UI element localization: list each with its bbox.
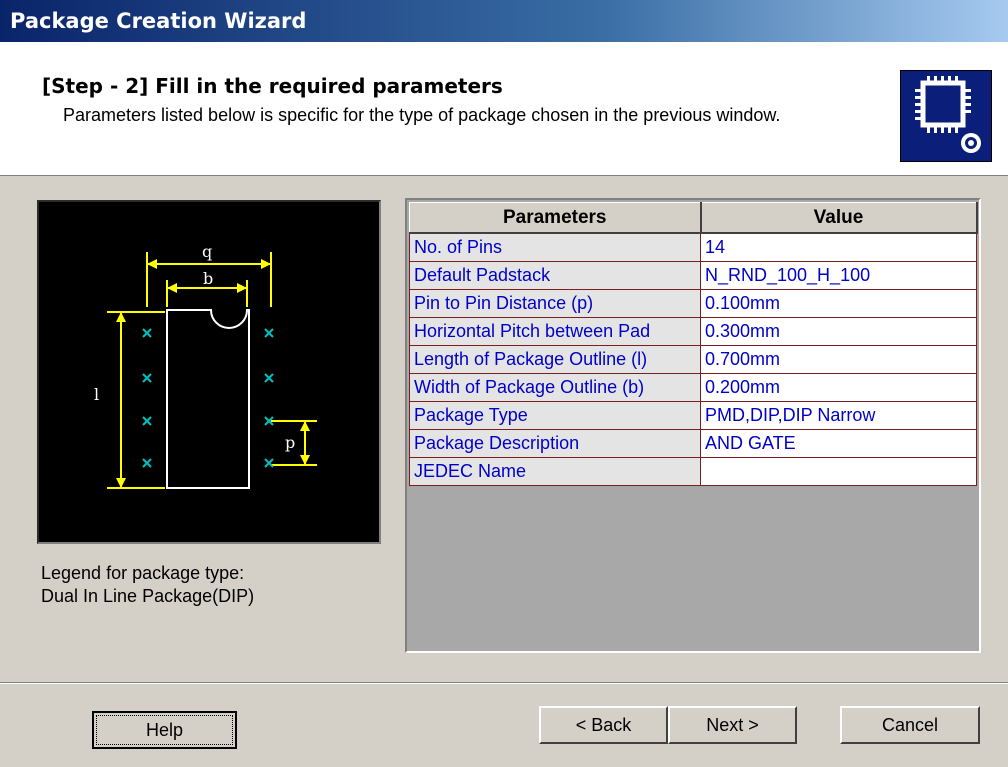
legend-line-1: Legend for package type: — [41, 563, 245, 583]
step-title: [Step - 2] Fill in the required paramete… — [42, 74, 503, 98]
cancel-button[interactable]: Cancel — [840, 706, 980, 744]
step-description: Parameters listed below is specific for … — [63, 105, 781, 125]
table-row[interactable]: No. of Pins 14 — [409, 232, 977, 262]
dim-label-l: l — [94, 385, 99, 404]
param-value-cell[interactable]: 14 — [700, 232, 977, 262]
back-button[interactable]: < Back — [539, 706, 668, 744]
param-name-cell: Horizontal Pitch between Pad — [409, 317, 701, 346]
param-name-cell: Package Type — [409, 401, 701, 430]
param-name-cell: Length of Package Outline (l) — [409, 345, 701, 374]
param-name-cell: Package Description — [409, 429, 701, 458]
param-value-cell[interactable]: 0.100mm — [700, 289, 977, 318]
param-name-cell: JEDEC Name — [409, 457, 701, 486]
table-row[interactable]: Width of Package Outline (b) 0.200mm — [409, 373, 977, 402]
param-value-cell[interactable]: N_RND_100_H_100 — [700, 261, 977, 290]
dim-label-q: q — [202, 242, 212, 261]
table-row[interactable]: Package Description AND GATE — [409, 429, 977, 458]
title-bar: Package Creation Wizard — [0, 0, 1008, 42]
param-name-cell: Default Padstack — [409, 261, 701, 290]
legend-text: Legend for package type: Dual In Line Pa… — [41, 562, 254, 608]
param-value-cell[interactable]: PMD,DIP,DIP Narrow — [700, 401, 977, 430]
dim-label-p: p — [285, 433, 295, 452]
package-diagram: q b l p — [37, 200, 381, 544]
param-value-cell[interactable]: AND GATE — [700, 429, 977, 458]
help-button[interactable]: Help — [92, 711, 237, 749]
param-name-cell: Width of Package Outline (b) — [409, 373, 701, 402]
column-header-value[interactable]: Value — [700, 202, 978, 234]
table-row[interactable]: Package Type PMD,DIP,DIP Narrow — [409, 401, 977, 430]
parameters-grid[interactable]: Parameters Value No. of Pins 14 Default P… — [405, 198, 981, 653]
table-row[interactable]: Length of Package Outline (l) 0.700mm — [409, 345, 977, 374]
table-row[interactable]: Default Padstack N_RND_100_H_100 — [409, 261, 977, 290]
param-value-cell[interactable]: 0.700mm — [700, 345, 977, 374]
chip-icon — [900, 70, 992, 162]
param-name-cell: No. of Pins — [409, 232, 701, 262]
column-header-parameters[interactable]: Parameters — [409, 202, 702, 234]
param-value-cell[interactable]: 0.300mm — [700, 317, 977, 346]
table-row[interactable]: JEDEC Name — [409, 457, 977, 486]
table-row[interactable]: Pin to Pin Distance (p) 0.100mm — [409, 289, 977, 318]
wizard-header: [Step - 2] Fill in the required paramete… — [0, 42, 1008, 176]
parameters-table: Parameters Value No. of Pins 14 Default P… — [409, 202, 978, 486]
next-button[interactable]: Next > — [668, 706, 797, 744]
table-row[interactable]: Horizontal Pitch between Pad 0.300mm — [409, 317, 977, 346]
param-name-cell: Pin to Pin Distance (p) — [409, 289, 701, 318]
window-title: Package Creation Wizard — [10, 9, 307, 33]
param-value-cell[interactable] — [700, 457, 977, 486]
dim-label-b: b — [203, 269, 213, 288]
help-button-label: Help — [96, 715, 233, 745]
param-value-cell[interactable]: 0.200mm — [700, 373, 977, 402]
legend-line-2: Dual In Line Package(DIP) — [41, 586, 255, 606]
separator — [0, 682, 1008, 684]
